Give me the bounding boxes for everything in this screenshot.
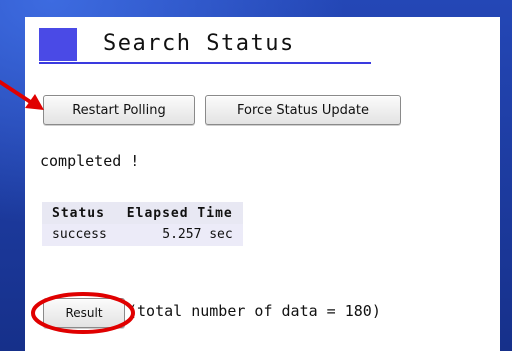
annotation-overlay	[0, 80, 135, 334]
red-arrow-icon	[0, 80, 44, 110]
result-highlight-ellipse	[31, 292, 135, 334]
